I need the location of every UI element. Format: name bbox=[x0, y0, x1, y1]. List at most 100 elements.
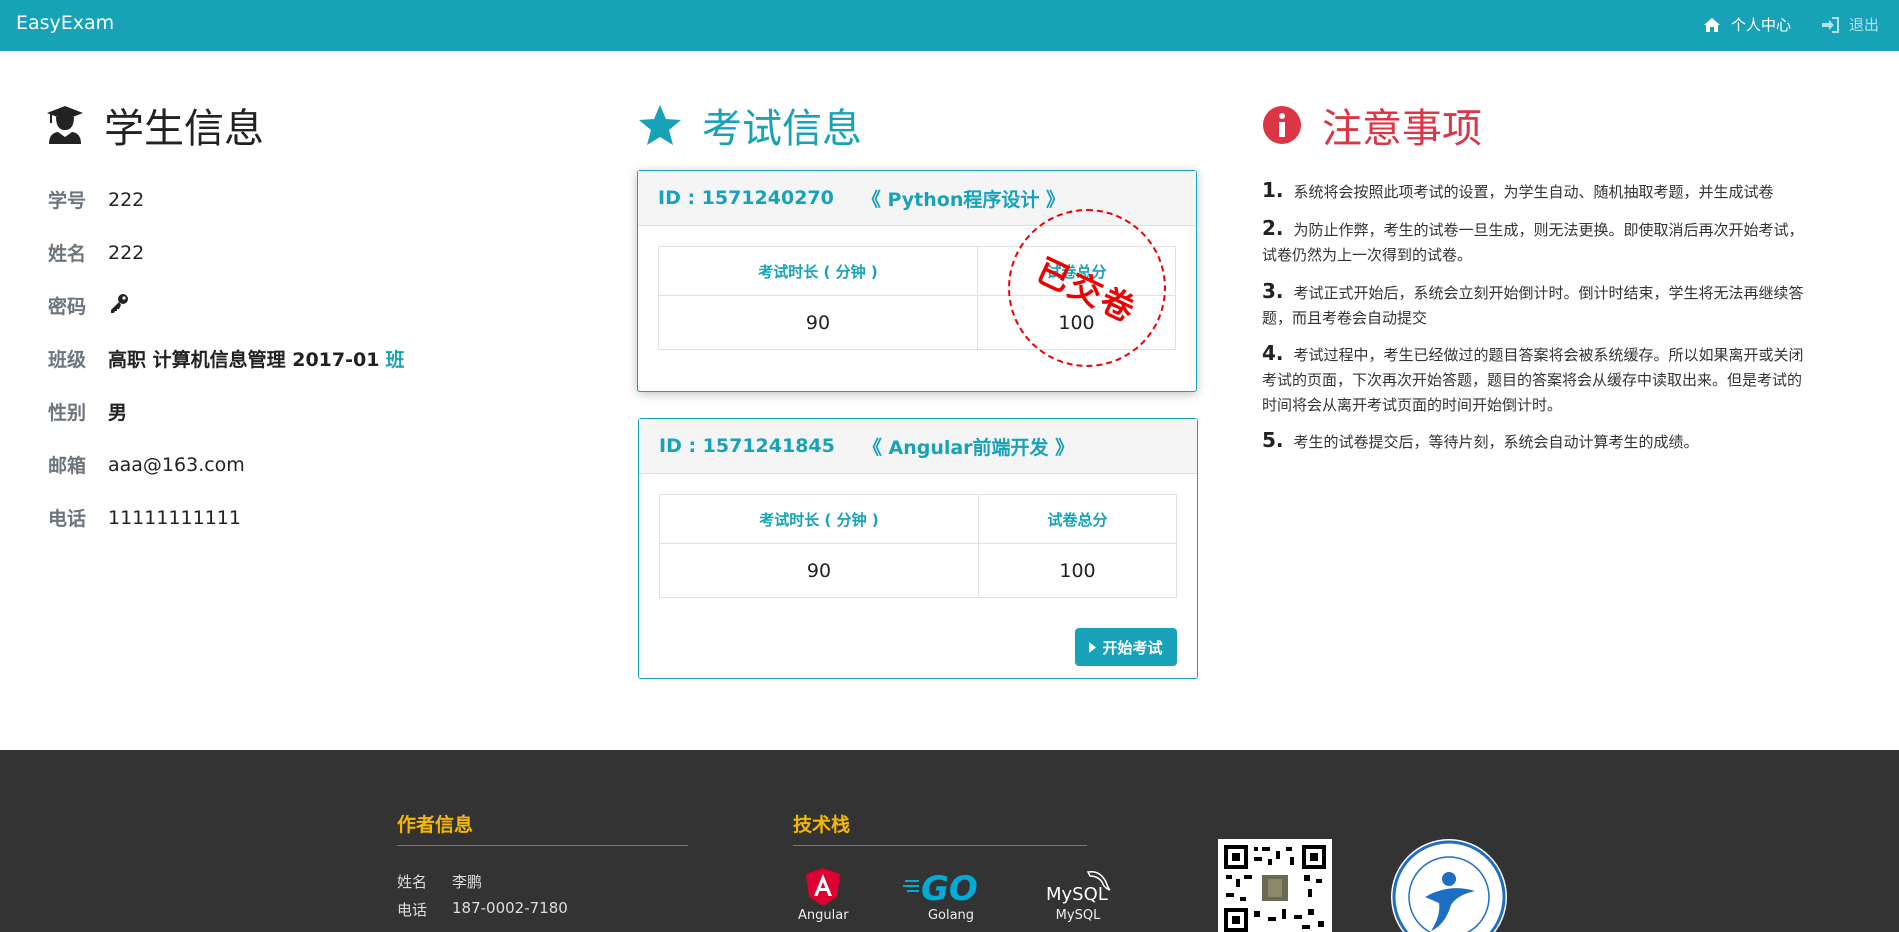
gender-value: 男 bbox=[108, 402, 128, 424]
student-name-value: 222 bbox=[108, 241, 145, 264]
notice-item: 4. 考试过程中，考生已经做过的题目答案将会被系统缓存。所以如果离开或关闭考试的页… bbox=[1262, 341, 1814, 418]
svg-text:MySQL: MySQL bbox=[1046, 884, 1108, 905]
student-name-row: 姓名 222 bbox=[48, 239, 144, 266]
score-header: 试卷总分 bbox=[978, 494, 1177, 544]
exam-card-wrapper-2: ID : 1571241845 《 Angular前端开发 》 考试时长 ( 分… bbox=[638, 418, 1198, 679]
sign-in-icon bbox=[1821, 16, 1839, 33]
go-logo-icon: GO bbox=[903, 869, 978, 906]
angular-logo-icon bbox=[806, 868, 841, 906]
notice-item: 2. 为防止作弊，考生的试卷一旦生成，则无法更换。即使取消后再次开始考试，试卷仍然… bbox=[1262, 216, 1814, 268]
notice-number: 1. bbox=[1262, 178, 1284, 202]
student-id-row: 学号 222 bbox=[48, 186, 144, 213]
password-label: 密码 bbox=[48, 296, 87, 318]
exam-card-header: ID : 1571241845 《 Angular前端开发 》 bbox=[639, 419, 1197, 474]
class-row: 班级 高职 计算机信息管理 2017-01 班 bbox=[48, 345, 404, 372]
tech-label: Golang bbox=[927, 908, 975, 923]
personal-center-label: 个人中心 bbox=[1730, 16, 1791, 34]
class-suffix: 班 bbox=[385, 349, 405, 371]
email-row: 邮箱 aaa@163.com bbox=[48, 451, 245, 478]
phone-row: 电话 11111111111 bbox=[48, 504, 241, 531]
svg-text:GO: GO bbox=[921, 869, 978, 906]
exam-id: ID : 1571241845 bbox=[659, 435, 835, 457]
author-divider bbox=[397, 845, 688, 846]
logout-label: 退出 bbox=[1848, 16, 1879, 34]
tech-label: Angular bbox=[798, 908, 849, 923]
notice-item: 1. 系统将会按照此项考试的设置，为学生自动、随机抽取考题，并生成试卷 bbox=[1262, 178, 1814, 205]
logout-link[interactable]: 退出 bbox=[1821, 14, 1879, 35]
info-circle-icon bbox=[1263, 106, 1301, 144]
notice-text: 考试过程中，考生已经做过的题目答案将会被系统缓存。所以如果离开或关闭考试的页面，… bbox=[1262, 346, 1804, 414]
change-password-key[interactable] bbox=[108, 292, 130, 319]
student-id-label: 学号 bbox=[48, 190, 87, 212]
notice-item: 3. 考试正式开始后，系统会立刻开始倒计时。倒计时结束，学生将无法再继续答题，而且… bbox=[1262, 279, 1814, 331]
mysql-logo-icon: MySQL bbox=[1046, 870, 1111, 905]
email-value: aaa@163.com bbox=[108, 453, 245, 476]
author-value: 187-0002-7180 bbox=[452, 899, 568, 917]
tech-divider bbox=[793, 845, 1087, 846]
exam-info-title: 考试信息 bbox=[702, 106, 862, 152]
start-exam-button[interactable]: 开始考试 bbox=[1075, 628, 1177, 666]
tech-angular: Angular bbox=[798, 868, 849, 923]
notice-text: 考生的试卷提交后，等待片刻，系统会自动计算考生的成绩。 bbox=[1293, 433, 1699, 451]
graduate-icon bbox=[47, 106, 83, 144]
gender-label: 性别 bbox=[48, 402, 87, 424]
author-key: 姓名 bbox=[397, 873, 428, 891]
author-row: 姓名 李鹏 bbox=[397, 871, 482, 892]
student-info-title: 学生信息 bbox=[104, 106, 264, 152]
student-info-heading: 学生信息 bbox=[46, 96, 264, 154]
duration-value: 90 bbox=[659, 543, 979, 598]
notice-text: 系统将会按照此项考试的设置，为学生自动、随机抽取考题，并生成试卷 bbox=[1293, 183, 1774, 201]
duration-value: 90 bbox=[658, 295, 978, 350]
author-row: 电话 187-0002-7180 bbox=[397, 899, 568, 920]
brand-logo[interactable]: EasyExam bbox=[16, 12, 114, 34]
exam-card: ID : 1571240270 《 Python程序设计 》 考试时长 ( 分钟… bbox=[637, 170, 1197, 392]
tech-mysql: MySQL MySQL bbox=[1044, 868, 1112, 923]
notice-title: 注意事项 bbox=[1322, 106, 1482, 152]
notice-text: 为防止作弊，考生的试卷一旦生成，则无法更换。即使取消后再次开始考试，试卷仍然为上… bbox=[1262, 221, 1804, 264]
college-logo-image bbox=[1391, 839, 1507, 932]
notice-item: 5. 考生的试卷提交后，等待片刻，系统会自动计算考生的成绩。 bbox=[1262, 428, 1814, 455]
notice-number: 5. bbox=[1262, 428, 1284, 452]
top-navbar: EasyExam 个人中心 退出 bbox=[0, 0, 1899, 51]
duration-header: 考试时长 ( 分钟 ) bbox=[658, 246, 978, 296]
phone-label: 电话 bbox=[48, 508, 87, 530]
class-value: 高职 计算机信息管理 2017-01 bbox=[108, 349, 380, 371]
tech-label: MySQL bbox=[1055, 908, 1101, 923]
submitted-stamp: 已交卷 bbox=[1008, 209, 1166, 367]
student-id-value: 222 bbox=[108, 188, 145, 211]
score-value: 100 bbox=[978, 543, 1177, 598]
author-key: 电话 bbox=[397, 901, 428, 919]
notice-text: 考试正式开始后，系统会立刻开始倒计时。倒计时结束，学生将无法再继续答题，而且考卷… bbox=[1262, 284, 1804, 327]
author-value: 李鹏 bbox=[452, 873, 483, 891]
tech-golang: GO Golang bbox=[903, 868, 999, 923]
password-row: 密码 bbox=[48, 292, 130, 319]
class-label: 班级 bbox=[48, 349, 87, 371]
personal-center-link[interactable]: 个人中心 bbox=[1703, 14, 1791, 35]
nav-right: 个人中心 退出 bbox=[1673, 14, 1879, 35]
exam-info-heading: 考试信息 bbox=[638, 96, 862, 154]
email-label: 邮箱 bbox=[48, 455, 87, 477]
notice-number: 2. bbox=[1262, 216, 1284, 240]
exam-card: ID : 1571241845 《 Angular前端开发 》 考试时长 ( 分… bbox=[638, 418, 1198, 679]
class-value-wrap: 高职 计算机信息管理 2017-01 班 bbox=[108, 345, 404, 372]
gender-row: 性别 男 bbox=[48, 398, 127, 425]
key-icon bbox=[111, 294, 128, 313]
exam-name: 《 Angular前端开发 》 bbox=[862, 436, 1075, 459]
notice-number: 4. bbox=[1262, 341, 1284, 365]
home-icon bbox=[1703, 17, 1720, 32]
stamp-text: 已交卷 bbox=[1030, 250, 1142, 331]
start-exam-label: 开始考试 bbox=[1102, 638, 1163, 657]
qr-code-image bbox=[1218, 839, 1332, 932]
star-icon bbox=[639, 105, 681, 145]
notice-heading: 注意事项 bbox=[1262, 96, 1482, 154]
tech-heading: 技术栈 bbox=[793, 814, 851, 836]
student-name-label: 姓名 bbox=[48, 243, 87, 265]
exam-card-wrapper-1: ID : 1571240270 《 Python程序设计 》 考试时长 ( 分钟… bbox=[637, 170, 1197, 392]
duration-header: 考试时长 ( 分钟 ) bbox=[659, 494, 979, 544]
exam-detail-table: 考试时长 ( 分钟 ) 试卷总分 90 100 bbox=[659, 494, 1177, 598]
exam-id: ID : 1571240270 bbox=[658, 187, 834, 209]
caret-right-icon bbox=[1089, 641, 1097, 653]
notice-number: 3. bbox=[1262, 279, 1284, 303]
author-heading: 作者信息 bbox=[397, 814, 474, 836]
exam-name: 《 Python程序设计 》 bbox=[861, 188, 1065, 211]
